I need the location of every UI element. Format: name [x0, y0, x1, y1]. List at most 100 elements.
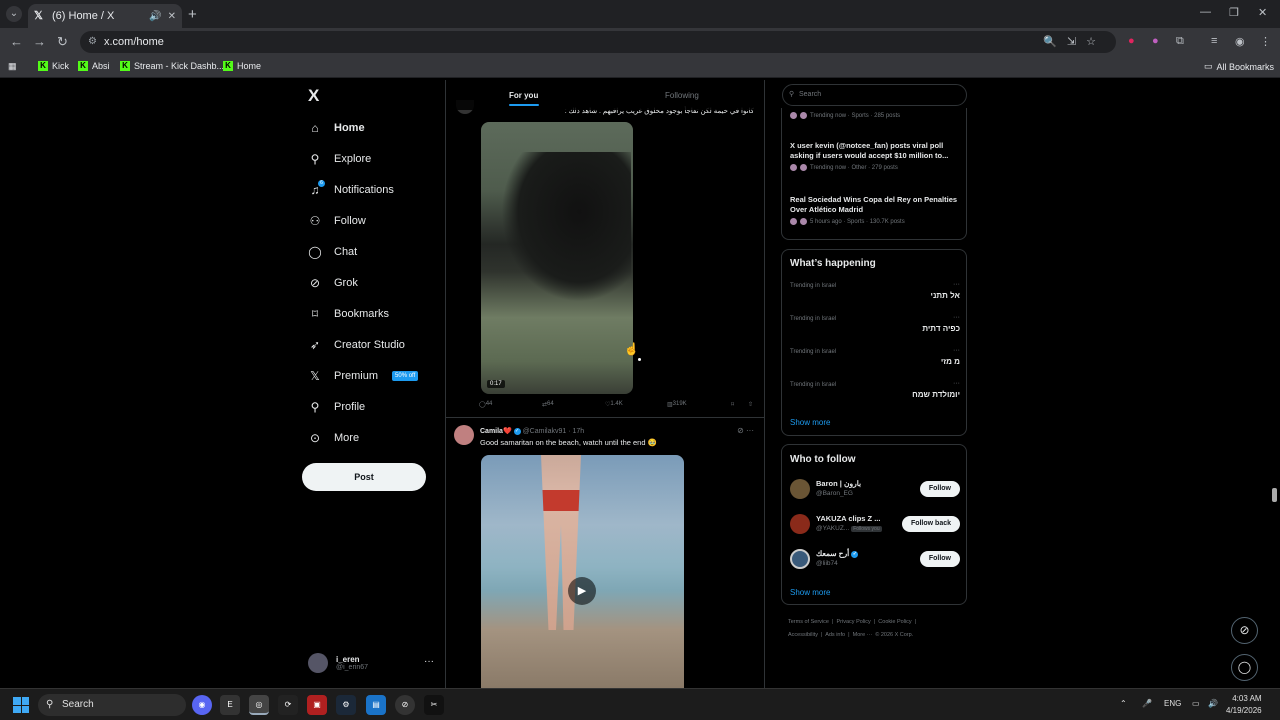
volume-icon[interactable]: 🔊 [1208, 699, 1218, 708]
extension-icon[interactable]: ● [1128, 35, 1135, 47]
grok-icon[interactable]: ⊘ [737, 426, 744, 435]
post-video[interactable]: ▶ [481, 455, 684, 688]
clock[interactable]: 4:03 AM 4/19/2026 [1226, 693, 1262, 717]
browser-tab[interactable]: 𝕏 (6) Home / X 🔊 ✕ [28, 4, 182, 28]
bookmark-home[interactable]: K Home [223, 61, 261, 71]
trend-item[interactable]: Trending in Israel ··· מ מזי [790, 347, 960, 379]
capcut-icon[interactable]: ✂ [424, 695, 444, 715]
store-icon[interactable]: ▤ [366, 695, 386, 715]
footer-link[interactable]: Cookie Policy [878, 619, 911, 625]
site-info-icon[interactable]: ⚙ [88, 31, 97, 53]
discord-icon[interactable]: ◉ [192, 695, 212, 715]
tray-chevron-icon[interactable]: ⌃ [1120, 699, 1127, 708]
nav-notifications[interactable]: ♫ 6 Notifications [308, 180, 394, 197]
follow-suggestion[interactable]: YAKUZA clips Z ... @YAKUZ... Follows you … [790, 512, 960, 538]
follow-suggestion[interactable]: Baron | بارون @Baron_EG Follow [790, 477, 960, 503]
speaker-icon[interactable]: 🔊 [149, 11, 161, 22]
footer-link[interactable]: Terms of Service [788, 619, 829, 625]
tab-for-you[interactable]: For you [509, 91, 538, 100]
windows-start-icon[interactable] [13, 697, 29, 713]
footer-link[interactable]: Privacy Policy [837, 619, 871, 625]
chat-fab-icon[interactable]: ◯ [1231, 654, 1258, 681]
star-icon[interactable]: ☆ [1086, 36, 1106, 48]
more-dots-icon[interactable]: ··· [424, 656, 434, 667]
more-dots-icon[interactable]: ··· [953, 314, 960, 321]
all-bookmarks[interactable]: ▭ All Bookmarks [1204, 61, 1274, 72]
trend-item[interactable]: Trending in Israel ··· אל תתני [790, 281, 960, 313]
news-item[interactable]: Real Sociedad Wins Copa del Rey on Penal… [790, 195, 962, 225]
browser-menu-icon[interactable]: ⋮ [1260, 35, 1271, 48]
follow-button[interactable]: Follow [919, 551, 960, 567]
bookmark-button[interactable]: ⌑ [731, 401, 734, 408]
network-icon[interactable]: ▭ [1192, 699, 1200, 708]
grok-fab-icon[interactable]: ⊘ [1231, 617, 1258, 644]
restore-icon[interactable]: ❐ [1229, 6, 1239, 19]
tab-following[interactable]: Following [665, 91, 699, 100]
extension-icon[interactable]: ● [1152, 35, 1159, 47]
stream-app-icon[interactable]: ▣ [307, 695, 327, 715]
zoom-icon[interactable]: 🔍 [1043, 36, 1067, 48]
apps-grid-icon[interactable]: ▦ [8, 61, 17, 72]
reload-icon[interactable]: ↻ [57, 34, 68, 50]
nav-grok[interactable]: ⊘ Grok [308, 276, 358, 290]
follow-back-button[interactable]: Follow back [901, 516, 960, 532]
like-button[interactable]: ♡ 1.4K [605, 401, 623, 408]
show-more-link[interactable]: Show more [790, 418, 830, 427]
bookmark-absi[interactable]: K Absi [78, 61, 110, 71]
nav-chat[interactable]: ◯ Chat [308, 245, 357, 259]
address-bar[interactable]: ⚙ x.com/home 🔍⇲☆ [80, 31, 1116, 53]
avatar[interactable] [454, 425, 474, 445]
app-icon[interactable]: ⊘ [395, 695, 415, 715]
repost-button[interactable]: ⇄ 64 [542, 401, 554, 408]
profile-avatar-icon[interactable]: ◉ [1235, 35, 1245, 48]
window-close-icon[interactable]: ✕ [1258, 6, 1267, 19]
close-tab-icon[interactable]: ✕ [168, 11, 176, 22]
nav-explore[interactable]: ⚲ Explore [308, 152, 372, 166]
more-dots-icon[interactable]: ··· [953, 380, 960, 387]
news-item[interactable]: X user kevin (@notcee_fan) posts viral p… [790, 141, 962, 171]
account-switcher[interactable]: i_eren @i_erin67 [308, 653, 368, 673]
share-button[interactable]: ⇧ [748, 401, 753, 408]
epic-games-icon[interactable]: E [220, 695, 240, 715]
chrome-icon[interactable]: ◎ [249, 695, 269, 715]
nav-home[interactable]: ⌂ Home [308, 121, 364, 135]
bookmark-stream[interactable]: K Stream - Kick Dashb... [120, 61, 224, 71]
bookmark-kick[interactable]: K Kick [38, 61, 69, 71]
more-dots-icon[interactable]: ··· [953, 347, 960, 354]
reply-button[interactable]: ◯ 44 [479, 401, 492, 408]
scrollbar[interactable] [1272, 488, 1277, 502]
footer-link[interactable]: Accessibility [788, 632, 818, 638]
nav-follow[interactable]: ⚇ Follow [308, 214, 366, 228]
forward-icon[interactable]: → [33, 34, 46, 49]
footer-link[interactable]: More ··· [853, 632, 873, 638]
microphone-icon[interactable]: 🎤 [1142, 699, 1152, 708]
author-handle[interactable]: @Camilakv91 [523, 428, 567, 435]
language-indicator[interactable]: ENG [1164, 699, 1181, 708]
nav-bookmarks[interactable]: ⌑ Bookmarks [308, 307, 389, 321]
post-button[interactable]: Post [302, 463, 426, 491]
extensions-puzzle-icon[interactable]: ⧉ [1176, 35, 1184, 48]
steam-icon[interactable]: ⚙ [336, 695, 356, 715]
views-button[interactable]: ▥ 319K [667, 401, 687, 408]
trend-item[interactable]: Trending in Israel ··· יומולדת שמח [790, 380, 960, 412]
author-name[interactable]: Camila❤️ [480, 428, 512, 435]
follow-suggestion[interactable]: أرح سمعك ✓ @liib74 Follow [790, 547, 960, 573]
nav-creator-studio[interactable]: ➶ Creator Studio [308, 338, 405, 352]
x-logo-icon[interactable]: X [308, 86, 319, 106]
new-tab-icon[interactable]: + [188, 6, 197, 23]
taskbar-search[interactable]: ⚲ Search [38, 694, 186, 716]
trend-item[interactable]: Trending in Israel ··· כפיה דתית [790, 314, 960, 346]
nav-premium[interactable]: 𝕏 Premium 50% off [308, 369, 419, 383]
tab-search-icon[interactable]: ⌄ [6, 6, 22, 22]
nav-profile[interactable]: ⚲ Profile [308, 400, 366, 414]
follow-button[interactable]: Follow [919, 481, 960, 497]
minimize-icon[interactable]: — [1200, 6, 1211, 18]
show-more-link[interactable]: Show more [790, 588, 830, 597]
footer-link[interactable]: Ads info [825, 632, 845, 638]
play-icon[interactable]: ▶ [568, 577, 596, 605]
install-icon[interactable]: ⇲ [1067, 36, 1086, 48]
post-video[interactable]: 0:17 [481, 122, 633, 394]
more-dots-icon[interactable]: ··· [953, 281, 960, 288]
back-icon[interactable]: ← [10, 34, 23, 49]
more-dots-icon[interactable]: ··· [746, 426, 754, 435]
